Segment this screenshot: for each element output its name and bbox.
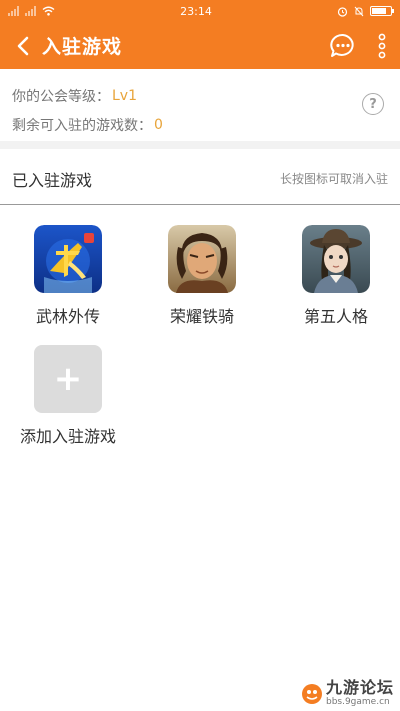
- status-bar: 23:14: [0, 0, 400, 22]
- status-time: 23:14: [180, 4, 212, 18]
- page-title: 入驻游戏: [42, 36, 123, 58]
- game-item-identity-v[interactable]: 第五人格: [276, 225, 396, 327]
- watermark-text: 九游论坛 bbs.9game.cn: [326, 680, 394, 707]
- help-icon[interactable]: ?: [362, 93, 384, 115]
- game-name: 武林外传: [35, 307, 100, 326]
- section-header: 已入驻游戏 长按图标可取消入驻: [0, 153, 400, 205]
- wulin-game-icon: [34, 225, 102, 293]
- more-vertical-icon: [378, 33, 386, 58]
- game-name: 第五人格: [303, 307, 368, 326]
- game-name: 荣耀铁骑: [169, 307, 234, 326]
- more-options-button[interactable]: [372, 29, 392, 63]
- watermark: 九游论坛 bbs.9game.cn: [301, 680, 394, 707]
- game-item-wulin[interactable]: 武林外传: [8, 225, 128, 327]
- silent-icon: [354, 6, 364, 16]
- rongyao-game-icon: [168, 225, 236, 293]
- guild-level-value: Lv1: [112, 87, 137, 104]
- guild-level-row: 你的公会等级： Lv1: [12, 81, 388, 110]
- section-title: 已入驻游戏: [12, 170, 93, 190]
- guild-level-label: 你的公会等级：: [12, 88, 110, 105]
- guild-info-panel: 你的公会等级： Lv1 剩余可入驻的游戏数： 0 ?: [0, 69, 400, 149]
- identity-v-game-icon: [302, 225, 370, 293]
- alarm-icon: [337, 6, 348, 17]
- remaining-games-row: 剩余可入驻的游戏数： 0: [12, 110, 388, 139]
- plus-icon: +: [34, 345, 102, 413]
- signal-icon: [8, 6, 19, 16]
- watermark-name: 九游论坛: [325, 678, 394, 697]
- 9game-logo-icon: [301, 683, 322, 704]
- back-button[interactable]: [10, 31, 36, 61]
- chat-bubble-icon: [330, 33, 354, 57]
- app-header: 入驻游戏: [0, 22, 400, 69]
- game-item-rongyao[interactable]: 荣耀铁骑: [142, 225, 262, 327]
- message-button[interactable]: [326, 29, 360, 63]
- add-game-label: 添加入驻游戏: [19, 427, 116, 446]
- wifi-icon: [42, 6, 55, 16]
- section-hint: 长按图标可取消入驻: [279, 172, 388, 186]
- remaining-games-label: 剩余可入驻的游戏数：: [12, 117, 152, 134]
- remaining-games-value: 0: [154, 116, 163, 133]
- watermark-url: bbs.9game.cn: [325, 697, 390, 707]
- status-bar-left: [8, 6, 55, 16]
- status-bar-right: [337, 6, 394, 17]
- signal-icon-2: [25, 6, 36, 16]
- add-game-button[interactable]: + 添加入驻游戏: [8, 345, 128, 447]
- game-grid: 武林外传 荣耀铁骑 第五人格 + 添加入驻游戏: [0, 205, 400, 465]
- battery-icon: [369, 6, 394, 16]
- chevron-left-icon: [17, 36, 29, 55]
